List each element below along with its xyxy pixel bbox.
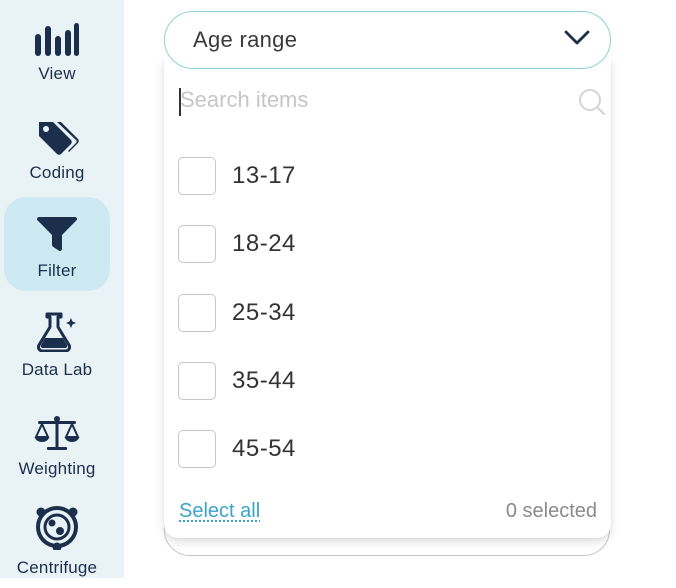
sidebar-item-label: Filter (37, 261, 77, 280)
sidebar-item-label: Coding (29, 163, 85, 182)
option-label: 18-24 (232, 230, 296, 257)
scales-icon (34, 407, 80, 451)
select-title: Age range (193, 27, 298, 52)
sidebar-item-view[interactable]: View (4, 0, 110, 94)
checkbox[interactable] (178, 157, 216, 195)
option-item[interactable]: 25-34 (178, 291, 598, 335)
option-item[interactable]: 35-44 (178, 359, 598, 403)
option-label: 13-17 (232, 162, 296, 189)
search-row (164, 76, 611, 124)
sidebar-item-label: Data Lab (21, 360, 93, 379)
sidebar: View Coding Filter Data Lab Weighting Ce… (0, 0, 124, 578)
flask-icon (35, 308, 79, 352)
selected-count: 0 selected (505, 500, 597, 522)
funnel-icon (37, 209, 77, 253)
option-label: 35-44 (232, 367, 296, 394)
search-input[interactable] (178, 80, 560, 120)
checkbox[interactable] (178, 225, 216, 263)
dropdown-footer: Select all 0 selected (164, 498, 611, 528)
tags-icon (35, 111, 79, 155)
chevron-down-icon (564, 30, 590, 51)
centrifuge-icon (33, 506, 81, 550)
option-label: 45-54 (232, 435, 296, 462)
sidebar-item-weighting[interactable]: Weighting (4, 395, 110, 489)
select-all-link[interactable]: Select all (179, 500, 260, 523)
sidebar-item-data-lab[interactable]: Data Lab (4, 296, 110, 390)
sidebar-item-label: View (38, 64, 76, 83)
option-item[interactable]: 18-24 (178, 222, 598, 266)
filter-dropdown-panel: 13-17 18-24 25-34 35-44 45-54 Select all… (164, 58, 611, 538)
sidebar-item-coding[interactable]: Coding (4, 99, 110, 193)
text-caret (179, 88, 181, 116)
checkbox[interactable] (178, 362, 216, 400)
sidebar-item-label: Weighting (18, 459, 96, 478)
sidebar-item-filter[interactable]: Filter (4, 197, 110, 291)
option-item[interactable]: 13-17 (178, 154, 598, 198)
checkbox[interactable] (178, 294, 216, 332)
checkbox[interactable] (178, 430, 216, 468)
age-range-select[interactable]: Age range (164, 11, 611, 69)
search-icon[interactable] (578, 88, 606, 121)
option-label: 25-34 (232, 299, 296, 326)
option-item[interactable]: 45-54 (178, 427, 598, 471)
bar-chart-icon (34, 12, 80, 56)
sidebar-item-label: Centrifuge (16, 558, 98, 577)
sidebar-item-centrifuge[interactable]: Centrifuge (4, 494, 110, 588)
